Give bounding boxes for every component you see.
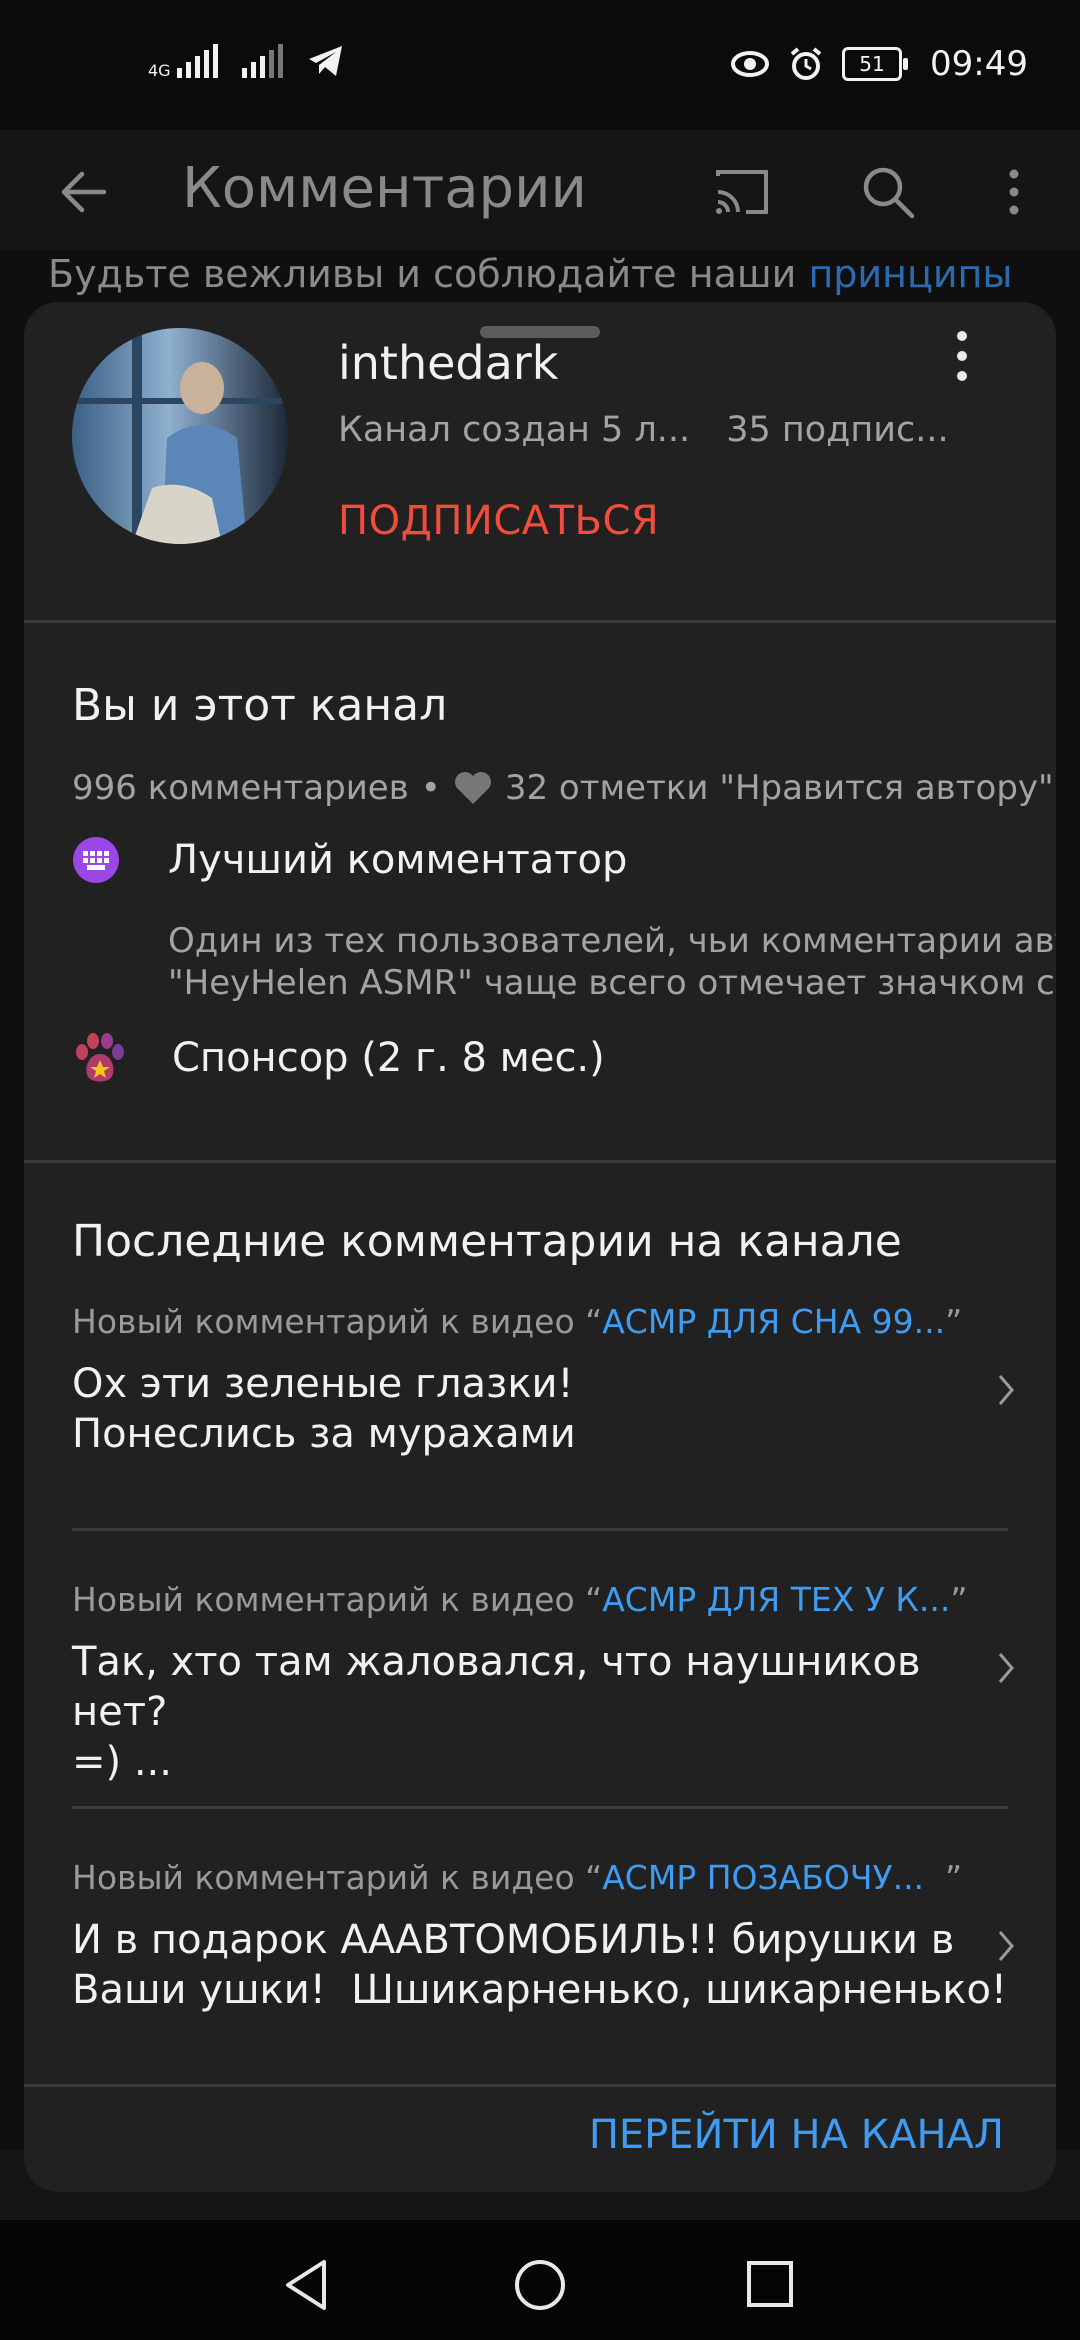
nav-home-icon[interactable]	[513, 2258, 567, 2312]
recent-comment-item[interactable]: Новый комментарий к видео “АСМР ПОЗАБОЧУ…	[72, 1858, 1008, 2015]
badge-description: Один из тех пользователей, чьи комментар…	[168, 920, 1056, 1004]
nav-recents-icon[interactable]	[746, 2260, 794, 2308]
divider	[24, 2084, 1056, 2087]
nav-back-icon[interactable]	[282, 2258, 332, 2312]
section-title-recent: Последние комментарии на канале	[72, 1216, 902, 1267]
app-bar: Комментарии	[0, 130, 1080, 250]
badge-description-line2: "HeyHelen ASMR" чаще всего отмечает знач…	[168, 963, 1056, 1003]
divider	[24, 1160, 1056, 1163]
cast-icon[interactable]	[712, 162, 772, 222]
keyboard-badge-icon	[73, 837, 119, 883]
eye-icon	[731, 51, 770, 77]
avatar[interactable]	[72, 328, 288, 544]
divider	[72, 1528, 1008, 1531]
guidelines-link[interactable]: принципы	[808, 252, 1012, 296]
guidelines-text: Будьте вежливы и соблюдайте наши	[48, 252, 809, 296]
hearts-count: 32 отметки "Нравится автору"	[504, 768, 1054, 808]
status-bar: 4G 51 09:49	[0, 0, 1080, 130]
comment-text: Так, хто там жаловался, что наушников не…	[72, 1639, 921, 1785]
channel-subscribers: 35 подпис...	[726, 410, 949, 450]
stats-separator: •	[420, 768, 441, 808]
comment-text: Ох эти зеленые глазки! Понеслись за мура…	[72, 1361, 576, 1457]
video-link[interactable]: АСМР ДЛЯ ТЕХ У К...	[602, 1580, 950, 1619]
search-icon[interactable]	[858, 162, 918, 222]
badge-label: Лучший комментатор	[168, 837, 628, 883]
channel-created: Канал создан 5 л...	[338, 410, 691, 450]
channel-name[interactable]: inthedark	[338, 336, 558, 390]
sponsor-label: Спонсор (2 г. 8 мес.)	[172, 1035, 605, 1081]
divider	[72, 1806, 1008, 1809]
section-title-you-and-channel: Вы и этот канал	[72, 680, 448, 731]
channel-meta: Канал создан 5 л... 35 подпис...	[338, 410, 949, 450]
comments-count: 996 комментариев	[72, 768, 409, 808]
comment-video-line: Новый комментарий к видео “АСМР ПОЗАБОЧУ…	[72, 1858, 963, 1897]
clock: 09:49	[930, 44, 1028, 84]
chevron-right-icon[interactable]	[996, 1370, 1016, 1410]
sponsor-badge: Спонсор (2 г. 8 мес.)	[72, 1030, 605, 1086]
cell-signal-2-icon	[241, 44, 283, 78]
more-vert-icon[interactable]	[990, 162, 1050, 222]
telegram-icon	[308, 46, 342, 76]
comment-video-line: Новый комментарий к видео “АСМР ДЛЯ СНА …	[72, 1302, 963, 1341]
status-right: 51 09:49	[730, 44, 1028, 84]
back-arrow-icon[interactable]	[54, 162, 114, 222]
comment-text: И в подарок АААВТОМОБИЛЬ!! бирушки в Ваш…	[72, 1917, 1007, 2013]
more-vert-icon[interactable]	[940, 326, 984, 386]
video-link[interactable]: АСМР ДЛЯ СНА 99...	[602, 1302, 945, 1341]
guidelines-banner: Будьте вежливы и соблюдайте наши принцип…	[48, 252, 1012, 296]
subscribe-button[interactable]: ПОДПИСАТЬСЯ	[338, 498, 659, 544]
network-type: 4G	[148, 61, 171, 80]
relationship-stats: 996 комментариев • 32 отметки "Нравится …	[72, 768, 1054, 808]
recent-comment-item[interactable]: Новый комментарий к видео “АСМР ДЛЯ ТЕХ …	[72, 1580, 1008, 1787]
battery-icon: 51	[842, 47, 909, 81]
cell-signal-icon: 4G	[148, 44, 218, 80]
divider	[24, 620, 1056, 623]
channel-info-sheet: inthedark Канал создан 5 л... 35 подпис.…	[24, 302, 1056, 2192]
page-title: Комментарии	[182, 156, 587, 221]
alarm-icon	[790, 47, 822, 80]
chevron-right-icon[interactable]	[996, 1648, 1016, 1688]
paw-sponsor-icon	[76, 1033, 124, 1082]
comment-video-line: Новый комментарий к видео “АСМР ДЛЯ ТЕХ …	[72, 1580, 968, 1619]
badge-description-line1: Один из тех пользователей, чьи комментар…	[168, 921, 1056, 961]
video-link[interactable]: АСМР ПОЗАБОЧУ...	[602, 1858, 924, 1897]
chevron-right-icon[interactable]	[996, 1926, 1016, 1966]
heart-icon	[454, 772, 491, 804]
go-to-channel-button[interactable]: ПЕРЕЙТИ НА КАНАЛ	[589, 2112, 1004, 2158]
top-commenter-badge: Лучший комментатор	[72, 836, 627, 884]
recent-comment-item[interactable]: Новый комментарий к видео “АСМР ДЛЯ СНА …	[72, 1302, 1008, 1459]
system-nav-bar	[0, 2220, 1080, 2340]
status-left: 4G	[148, 44, 345, 80]
